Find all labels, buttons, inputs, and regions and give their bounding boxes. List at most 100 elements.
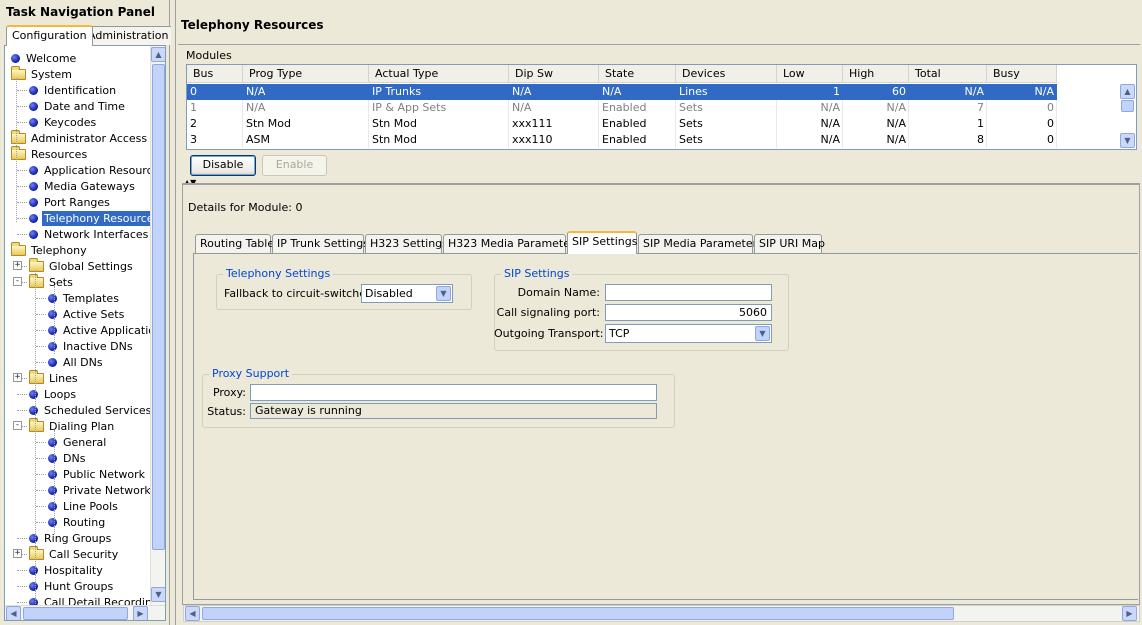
table-cell: N/A xyxy=(886,133,906,146)
tree-item-date-and-time[interactable]: Date and Time xyxy=(29,98,127,114)
tree-item-private-network[interactable]: Private Network xyxy=(48,482,153,498)
tree-item-line-pools[interactable]: Line Pools xyxy=(48,498,120,514)
tree-item-templates[interactable]: Templates xyxy=(48,290,121,306)
tree-vertical-scrollbar[interactable]: ▲ ▼ xyxy=(150,46,165,606)
tab-h323-settings[interactable]: H323 Settings xyxy=(365,234,448,253)
fallback-select[interactable]: Disabled ▼ xyxy=(361,284,453,303)
modules-vertical-scrollbar[interactable]: ▲ ▼ xyxy=(1120,83,1136,149)
triangle-down-icon[interactable]: ▼ xyxy=(755,326,770,341)
tab-sip-uri-map[interactable]: SIP URI Map xyxy=(754,234,825,253)
tab-ip-trunk-settings[interactable]: IP Trunk Settings xyxy=(272,234,369,253)
panel-splitter[interactable] xyxy=(171,0,176,625)
tree-item-administrator-access[interactable]: Administrator Access xyxy=(11,129,149,146)
column-header-state[interactable]: State xyxy=(599,65,676,83)
tab-h323-media-parameters[interactable]: H323 Media Parameters xyxy=(443,234,580,253)
blue-dot-icon xyxy=(29,581,38,591)
tree-item-label: Resources xyxy=(31,147,88,161)
tree-hscroll-thumb[interactable] xyxy=(23,607,128,620)
scroll-right-icon[interactable]: ▶ xyxy=(133,606,148,620)
table-row[interactable]: 0 N/A IP Trunks N/A N/A Lines 1 60 N/A N/A xyxy=(187,84,1057,100)
tree-item-media-gateways[interactable]: Media Gateways xyxy=(29,178,137,194)
expand-icon[interactable]: + xyxy=(13,261,22,270)
tree-item-public-network[interactable]: Public Network xyxy=(48,466,147,482)
scroll-down-icon[interactable]: ▼ xyxy=(151,587,165,602)
tree-item-active-sets[interactable]: Active Sets xyxy=(48,306,126,322)
tree-item-system[interactable]: System xyxy=(11,65,74,82)
scroll-up-icon[interactable]: ▲ xyxy=(1120,84,1135,99)
expand-icon[interactable]: + xyxy=(13,549,22,558)
collapse-icon[interactable]: - xyxy=(13,421,22,430)
column-header-busy[interactable]: Busy xyxy=(987,65,1057,83)
tree-connector xyxy=(36,330,46,331)
disable-button[interactable]: Disable xyxy=(190,155,256,176)
scroll-left-icon[interactable]: ◀ xyxy=(6,606,21,620)
scroll-down-icon[interactable]: ▼ xyxy=(1120,133,1135,148)
tree-item-ring-groups[interactable]: Ring Groups xyxy=(29,530,113,546)
tree-item-scheduled-services[interactable]: Scheduled Services xyxy=(29,402,153,418)
tree-item-lines[interactable]: Lines xyxy=(29,369,80,386)
tree-connector xyxy=(17,586,27,587)
title-divider xyxy=(178,44,1140,45)
scroll-right-icon[interactable]: ▶ xyxy=(1122,606,1137,621)
tree-item-general[interactable]: General xyxy=(48,434,108,450)
tree-item-all-dns[interactable]: All DNs xyxy=(48,354,105,370)
tree-item-port-ranges[interactable]: Port Ranges xyxy=(29,194,112,210)
tree-item-hospitality[interactable]: Hospitality xyxy=(29,562,105,578)
tree-item-active-application[interactable]: Active Application xyxy=(48,322,164,338)
tree-item-network-interfaces[interactable]: Network Interfaces xyxy=(29,226,150,242)
column-header-bus[interactable]: Bus xyxy=(187,65,243,83)
tab-configuration[interactable]: Configuration xyxy=(6,25,93,46)
enable-button[interactable]: Enable xyxy=(262,155,327,176)
scroll-left-icon[interactable]: ◀ xyxy=(185,606,200,621)
column-header-prog-type[interactable]: Prog Type xyxy=(243,65,369,83)
tab-administration[interactable]: Administration xyxy=(82,26,175,45)
table-row[interactable]: 1 N/A IP & App Sets N/A Enabled Sets N/A N/A 7 0 xyxy=(187,100,1057,116)
tree-item-call-security[interactable]: Call Security xyxy=(29,545,120,562)
tree-item-welcome[interactable]: Welcome xyxy=(11,50,78,66)
tree-item-inactive-dns[interactable]: Inactive DNs xyxy=(48,338,135,354)
tree-item-hunt-groups[interactable]: Hunt Groups xyxy=(29,578,115,594)
tab-routing-table[interactable]: Routing Table xyxy=(195,234,274,253)
tree-horizontal-scrollbar[interactable]: ◀ ▶ xyxy=(5,605,165,620)
tree-item-application-resources[interactable]: Application Resources xyxy=(29,162,165,178)
modules-scroll-thumb[interactable] xyxy=(1121,100,1134,112)
triangle-down-icon[interactable]: ▼ xyxy=(436,286,451,301)
domain-name-input[interactable] xyxy=(605,284,772,301)
column-header-devices[interactable]: Devices xyxy=(676,65,777,83)
column-header-actual-type[interactable]: Actual Type xyxy=(369,65,509,83)
tree-item-resources[interactable]: Resources xyxy=(11,145,89,162)
tree-item-telephony-resources[interactable]: Telephony Resources xyxy=(29,210,162,226)
tree-item-global-settings[interactable]: Global Settings xyxy=(29,257,135,274)
table-row[interactable]: 3 ASM Stn Mod xxx110 Enabled Sets N/A N/A 8 0 xyxy=(187,132,1057,148)
tree-item-dialing-plan[interactable]: Dialing Plan xyxy=(29,417,116,434)
main-horizontal-scrollbar[interactable]: ◀ ▶ xyxy=(183,605,1140,622)
tab-sip-media-parameters[interactable]: SIP Media Parameters xyxy=(638,234,763,253)
table-cell: Stn Mod xyxy=(372,117,417,130)
tree-item-label: Line Pools xyxy=(63,499,118,513)
tab-sip-settings[interactable]: SIP Settings xyxy=(567,231,637,254)
call-signaling-port-input[interactable]: 5060 xyxy=(605,304,772,321)
main-hscroll-thumb[interactable] xyxy=(202,607,954,620)
tree-item-keycodes[interactable]: Keycodes xyxy=(29,114,98,130)
tree-connector xyxy=(35,270,36,614)
proxy-input[interactable] xyxy=(250,384,657,401)
tree-scroll-thumb[interactable] xyxy=(152,64,165,550)
collapse-icon[interactable]: - xyxy=(13,277,22,286)
expand-icon[interactable]: + xyxy=(13,373,22,382)
outgoing-transport-select[interactable]: TCP ▼ xyxy=(605,324,772,343)
details-label: Details for Module: 0 xyxy=(188,201,303,214)
page-title: Telephony Resources xyxy=(181,18,324,32)
scroll-up-icon[interactable]: ▲ xyxy=(151,47,165,62)
tree-connector xyxy=(17,234,27,235)
tree-item-identification[interactable]: Identification xyxy=(29,82,118,98)
tree-item-routing[interactable]: Routing xyxy=(48,514,107,530)
column-header-high[interactable]: High xyxy=(843,65,909,83)
cell-divider xyxy=(1056,100,1057,116)
column-header-dip-sw[interactable]: Dip Sw xyxy=(509,65,599,83)
column-header-total[interactable]: Total xyxy=(909,65,987,83)
tree-item-telephony[interactable]: Telephony xyxy=(11,241,89,258)
tree-item-loops[interactable]: Loops xyxy=(29,386,78,402)
table-row[interactable]: 2 Stn Mod Stn Mod xxx111 Enabled Sets N/A N/A 1 0 xyxy=(187,116,1057,132)
tree-connector xyxy=(17,410,27,411)
column-header-low[interactable]: Low xyxy=(777,65,843,83)
